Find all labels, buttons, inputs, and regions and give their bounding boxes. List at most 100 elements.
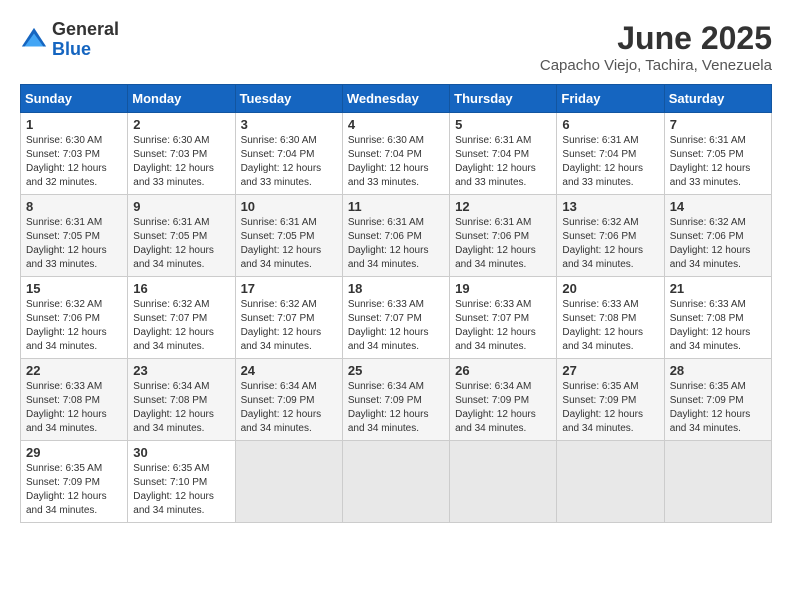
cell-content: Sunrise: 6:31 AM Sunset: 7:05 PM Dayligh… (26, 216, 122, 272)
header-tuesday: Tuesday (235, 85, 342, 113)
cell-content: Sunrise: 6:33 AM Sunset: 7:08 PM Dayligh… (562, 298, 658, 354)
day-number: 6 (562, 117, 658, 132)
title-area: June 2025 Capacho Viejo, Tachira, Venezu… (540, 20, 772, 74)
calendar-cell: 7 Sunrise: 6:31 AM Sunset: 7:05 PM Dayli… (664, 113, 771, 195)
calendar-cell: 14 Sunrise: 6:32 AM Sunset: 7:06 PM Dayl… (664, 195, 771, 277)
day-number: 14 (670, 199, 766, 214)
cell-content: Sunrise: 6:30 AM Sunset: 7:03 PM Dayligh… (133, 134, 229, 190)
calendar-cell: 8 Sunrise: 6:31 AM Sunset: 7:05 PM Dayli… (21, 195, 128, 277)
calendar-cell: 29 Sunrise: 6:35 AM Sunset: 7:09 PM Dayl… (21, 441, 128, 523)
calendar-cell: 21 Sunrise: 6:33 AM Sunset: 7:08 PM Dayl… (664, 277, 771, 359)
day-number: 15 (26, 281, 122, 296)
calendar-cell (664, 441, 771, 523)
day-number: 26 (455, 363, 551, 378)
day-number: 10 (241, 199, 337, 214)
calendar-cell: 15 Sunrise: 6:32 AM Sunset: 7:06 PM Dayl… (21, 277, 128, 359)
cell-content: Sunrise: 6:34 AM Sunset: 7:09 PM Dayligh… (455, 380, 551, 436)
cell-content: Sunrise: 6:33 AM Sunset: 7:07 PM Dayligh… (348, 298, 444, 354)
calendar-cell: 4 Sunrise: 6:30 AM Sunset: 7:04 PM Dayli… (342, 113, 449, 195)
cell-content: Sunrise: 6:31 AM Sunset: 7:04 PM Dayligh… (562, 134, 658, 190)
cell-content: Sunrise: 6:35 AM Sunset: 7:09 PM Dayligh… (26, 462, 122, 518)
calendar-cell: 27 Sunrise: 6:35 AM Sunset: 7:09 PM Dayl… (557, 359, 664, 441)
cell-content: Sunrise: 6:32 AM Sunset: 7:06 PM Dayligh… (562, 216, 658, 272)
calendar-cell: 2 Sunrise: 6:30 AM Sunset: 7:03 PM Dayli… (128, 113, 235, 195)
cell-content: Sunrise: 6:30 AM Sunset: 7:04 PM Dayligh… (348, 134, 444, 190)
month-title: June 2025 (540, 20, 772, 57)
day-number: 8 (26, 199, 122, 214)
cell-content: Sunrise: 6:33 AM Sunset: 7:08 PM Dayligh… (670, 298, 766, 354)
location-subtitle: Capacho Viejo, Tachira, Venezuela (540, 57, 772, 74)
calendar-cell (235, 441, 342, 523)
day-number: 21 (670, 281, 766, 296)
calendar-cell: 22 Sunrise: 6:33 AM Sunset: 7:08 PM Dayl… (21, 359, 128, 441)
calendar-cell: 12 Sunrise: 6:31 AM Sunset: 7:06 PM Dayl… (450, 195, 557, 277)
logo-blue: Blue (52, 40, 119, 60)
cell-content: Sunrise: 6:31 AM Sunset: 7:06 PM Dayligh… (455, 216, 551, 272)
day-number: 13 (562, 199, 658, 214)
logo: General Blue (20, 20, 119, 60)
cell-content: Sunrise: 6:32 AM Sunset: 7:07 PM Dayligh… (133, 298, 229, 354)
day-number: 27 (562, 363, 658, 378)
cell-content: Sunrise: 6:31 AM Sunset: 7:06 PM Dayligh… (348, 216, 444, 272)
day-number: 7 (670, 117, 766, 132)
day-number: 5 (455, 117, 551, 132)
day-number: 23 (133, 363, 229, 378)
calendar-cell: 24 Sunrise: 6:34 AM Sunset: 7:09 PM Dayl… (235, 359, 342, 441)
calendar-cell (450, 441, 557, 523)
calendar-cell (342, 441, 449, 523)
day-number: 17 (241, 281, 337, 296)
calendar-cell: 25 Sunrise: 6:34 AM Sunset: 7:09 PM Dayl… (342, 359, 449, 441)
calendar-cell: 16 Sunrise: 6:32 AM Sunset: 7:07 PM Dayl… (128, 277, 235, 359)
cell-content: Sunrise: 6:32 AM Sunset: 7:06 PM Dayligh… (670, 216, 766, 272)
day-number: 11 (348, 199, 444, 214)
calendar-cell: 23 Sunrise: 6:34 AM Sunset: 7:08 PM Dayl… (128, 359, 235, 441)
day-number: 9 (133, 199, 229, 214)
cell-content: Sunrise: 6:30 AM Sunset: 7:04 PM Dayligh… (241, 134, 337, 190)
day-number: 18 (348, 281, 444, 296)
header-wednesday: Wednesday (342, 85, 449, 113)
header-friday: Friday (557, 85, 664, 113)
day-number: 1 (26, 117, 122, 132)
calendar-cell: 30 Sunrise: 6:35 AM Sunset: 7:10 PM Dayl… (128, 441, 235, 523)
cell-content: Sunrise: 6:33 AM Sunset: 7:07 PM Dayligh… (455, 298, 551, 354)
day-number: 22 (26, 363, 122, 378)
calendar-cell: 13 Sunrise: 6:32 AM Sunset: 7:06 PM Dayl… (557, 195, 664, 277)
day-number: 16 (133, 281, 229, 296)
day-number: 12 (455, 199, 551, 214)
logo-general: General (52, 20, 119, 40)
calendar-cell: 6 Sunrise: 6:31 AM Sunset: 7:04 PM Dayli… (557, 113, 664, 195)
calendar-cell: 18 Sunrise: 6:33 AM Sunset: 7:07 PM Dayl… (342, 277, 449, 359)
day-number: 25 (348, 363, 444, 378)
cell-content: Sunrise: 6:33 AM Sunset: 7:08 PM Dayligh… (26, 380, 122, 436)
header-thursday: Thursday (450, 85, 557, 113)
calendar-cell: 9 Sunrise: 6:31 AM Sunset: 7:05 PM Dayli… (128, 195, 235, 277)
header-saturday: Saturday (664, 85, 771, 113)
day-number: 2 (133, 117, 229, 132)
cell-content: Sunrise: 6:32 AM Sunset: 7:07 PM Dayligh… (241, 298, 337, 354)
day-number: 3 (241, 117, 337, 132)
day-number: 20 (562, 281, 658, 296)
cell-content: Sunrise: 6:34 AM Sunset: 7:09 PM Dayligh… (348, 380, 444, 436)
cell-content: Sunrise: 6:32 AM Sunset: 7:06 PM Dayligh… (26, 298, 122, 354)
calendar-table: Sunday Monday Tuesday Wednesday Thursday… (20, 84, 772, 523)
logo-icon (20, 26, 48, 54)
day-number: 29 (26, 445, 122, 460)
calendar-cell: 26 Sunrise: 6:34 AM Sunset: 7:09 PM Dayl… (450, 359, 557, 441)
calendar-cell: 5 Sunrise: 6:31 AM Sunset: 7:04 PM Dayli… (450, 113, 557, 195)
calendar-cell: 19 Sunrise: 6:33 AM Sunset: 7:07 PM Dayl… (450, 277, 557, 359)
cell-content: Sunrise: 6:35 AM Sunset: 7:09 PM Dayligh… (562, 380, 658, 436)
cell-content: Sunrise: 6:35 AM Sunset: 7:10 PM Dayligh… (133, 462, 229, 518)
cell-content: Sunrise: 6:35 AM Sunset: 7:09 PM Dayligh… (670, 380, 766, 436)
header-monday: Monday (128, 85, 235, 113)
calendar-cell: 17 Sunrise: 6:32 AM Sunset: 7:07 PM Dayl… (235, 277, 342, 359)
cell-content: Sunrise: 6:34 AM Sunset: 7:08 PM Dayligh… (133, 380, 229, 436)
cell-content: Sunrise: 6:34 AM Sunset: 7:09 PM Dayligh… (241, 380, 337, 436)
cell-content: Sunrise: 6:31 AM Sunset: 7:04 PM Dayligh… (455, 134, 551, 190)
calendar-cell: 28 Sunrise: 6:35 AM Sunset: 7:09 PM Dayl… (664, 359, 771, 441)
calendar-cell: 3 Sunrise: 6:30 AM Sunset: 7:04 PM Dayli… (235, 113, 342, 195)
calendar-cell: 11 Sunrise: 6:31 AM Sunset: 7:06 PM Dayl… (342, 195, 449, 277)
day-number: 24 (241, 363, 337, 378)
calendar-cell (557, 441, 664, 523)
header-sunday: Sunday (21, 85, 128, 113)
cell-content: Sunrise: 6:30 AM Sunset: 7:03 PM Dayligh… (26, 134, 122, 190)
